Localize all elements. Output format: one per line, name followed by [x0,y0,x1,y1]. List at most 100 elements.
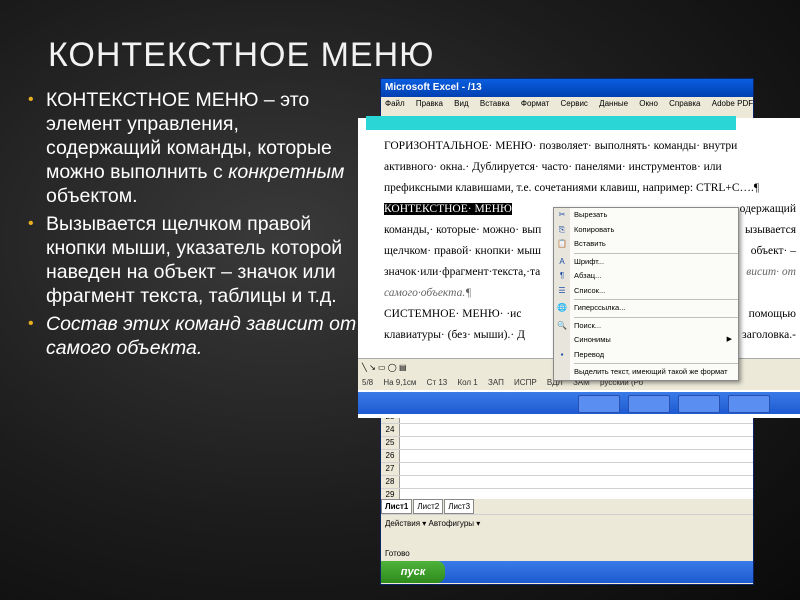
slide-title: КОНТЕКСТНОЕ МЕНЮ [48,36,435,74]
bullet-tail: объектом. [46,185,138,207]
menu-item-label: Поиск... [574,320,602,330]
taskbar-item[interactable] [678,395,720,413]
sheet-tabs: Лист1 Лист2 Лист3 [381,499,753,514]
menu-item-label: Выделить текст, имеющий такой же формат [574,367,728,376]
menu-help[interactable]: Справка [669,99,700,108]
textbox-tool-icon[interactable]: ▤ [399,363,407,372]
table-row[interactable]: 28 [381,476,753,489]
menu-window[interactable]: Окно [639,99,658,108]
rect-tool-icon[interactable]: ▭ [378,363,386,372]
status-line: Ст 13 [426,378,448,387]
row-number: 27 [381,463,400,475]
status-page: 5/8 [362,378,374,387]
status-trk: ИСПР [514,378,537,387]
doc-right-fragments: одержащий ызывается объект· – висит· от … [740,203,796,346]
bullet-text: Состав этих команд зависит от самого объ… [46,313,357,359]
doc-fragment: заголовка.- [742,329,796,341]
menu-edit[interactable]: Правка [416,99,443,108]
copy-icon: ⎘ [558,224,566,234]
doc-line-selected: КОНТЕКСТНОЕ· МЕНЮ [384,203,512,215]
line-tool-icon[interactable]: ╲ [362,363,367,372]
doc-fragment: ызывается [744,224,796,236]
menu-item-hyperlink[interactable]: 🌐 Гиперссылка... [554,301,738,316]
menu-item-select-same-format[interactable]: Выделить текст, имеющий такой же формат [554,365,738,380]
font-icon: A [559,256,565,266]
menu-item-label: Копировать [574,224,615,234]
taskbar: пуск [381,561,753,583]
bullet-marker-icon: • [28,215,34,232]
row-number: 26 [381,450,400,462]
arrow-tool-icon[interactable]: ↘ [369,363,376,372]
menu-separator [574,252,738,254]
doc-fragment: объект· – [750,245,796,257]
list-icon: ☰ [558,285,566,295]
menu-item-label: Вырезать [574,210,608,219]
taskbar-item[interactable] [728,395,770,413]
menu-file[interactable]: Файл [385,99,405,108]
table-row[interactable]: 27 [381,463,753,476]
excel-drawing-toolbar[interactable]: Действия ▾ Автофигуры ▾ [381,515,753,533]
translate-icon: ▪ [560,349,564,359]
menu-format[interactable]: Формат [521,99,549,108]
menu-item-cut[interactable]: ✂ Вырезать [554,208,738,223]
menu-item-copy[interactable]: ⎘ Копировать [554,223,738,238]
row-number: 25 [381,437,400,449]
menu-item-label: Синонимы [574,335,611,344]
menu-insert[interactable]: Вставка [480,99,510,108]
table-row[interactable]: 24 [381,424,753,437]
word-title-strip [366,116,736,130]
menu-item-label: Гиперссылка... [574,303,626,312]
taskbar-item[interactable] [628,395,670,413]
menu-item-label: Шрифт... [574,256,605,266]
start-button[interactable]: пуск [381,561,445,583]
bullet-item: • Вызывается щелчком правой кнопки мыши,… [28,212,358,308]
paragraph-icon: ¶ [559,271,565,280]
menu-item-search[interactable]: 🔍 Поиск... [554,319,738,334]
menu-item-paste[interactable]: 📋 Вставить [554,237,738,252]
doc-line: префиксными клавишами, т.е. сочетаниями … [384,182,760,194]
status-column: Кол 1 [457,378,478,387]
excel-grid: 23 24 25 26 27 28 29 30 [381,411,753,515]
status-position: На 9,1см [383,378,417,387]
bullet-marker-icon: • [28,315,34,332]
bullet-text: Вызывается щелчком правой кнопки мыши, у… [46,213,343,307]
menu-separator [574,363,738,364]
scissors-icon: ✂ [558,210,566,219]
context-menu: ✂ Вырезать ⎘ Копировать 📋 Вставить A Шрифт..… [553,207,739,381]
tab-sheet3[interactable]: Лист3 [444,499,475,514]
row-number: 24 [381,424,400,436]
menu-adobe-pdf[interactable]: Adobe PDF [712,99,753,108]
menu-item-label: Вставить [574,239,606,248]
search-icon: 🔍 [557,320,567,330]
menu-data[interactable]: Данные [599,99,628,108]
menu-item-label: Абзац... [574,271,602,280]
taskbar-item[interactable] [578,395,620,413]
doc-line: ГОРИЗОНТАЛЬНОЕ· МЕНЮ· позволяет· выполня… [384,140,738,152]
tab-sheet1[interactable]: Лист1 [381,499,413,514]
doc-fragment: висит· от [746,266,796,278]
table-row[interactable]: 26 [381,450,753,463]
excel-titlebar: Microsoft Excel - /13 [381,79,753,97]
menu-separator [574,316,738,318]
bullet-item: • Состав этих команд зависит от самого о… [28,312,358,360]
taskbar [358,392,800,414]
doc-fragment: помощью [748,308,796,320]
doc-line: активного· окна.· Дублируется· часто· па… [384,161,722,173]
menu-tools[interactable]: Сервис [561,99,588,108]
table-row[interactable]: 25 [381,437,753,450]
menu-item-translate[interactable]: ▪ Перевод [554,348,738,363]
row-number: 28 [381,476,400,488]
menu-view[interactable]: Вид [454,99,468,108]
tab-sheet2[interactable]: Лист2 [413,499,444,514]
paste-icon: 📋 [557,239,567,248]
excel-menubar: Файл Правка Вид Вставка Формат Сервис Да… [381,97,753,111]
menu-item-font[interactable]: A Шрифт... [554,255,738,270]
menu-item-list[interactable]: ☰ Список... [554,284,738,299]
globe-icon: 🌐 [557,303,567,312]
excel-status: Готово [381,547,753,561]
menu-item-synonyms[interactable]: Синонимы ▶ [554,333,738,348]
menu-item-paragraph[interactable]: ¶ Абзац... [554,269,738,284]
bullet-italic: конкретным [228,161,345,183]
bullet-item: • КОНТЕКСТНОЕ МЕНЮ – это элемент управле… [28,88,358,208]
ellipse-tool-icon[interactable]: ◯ [388,363,397,372]
